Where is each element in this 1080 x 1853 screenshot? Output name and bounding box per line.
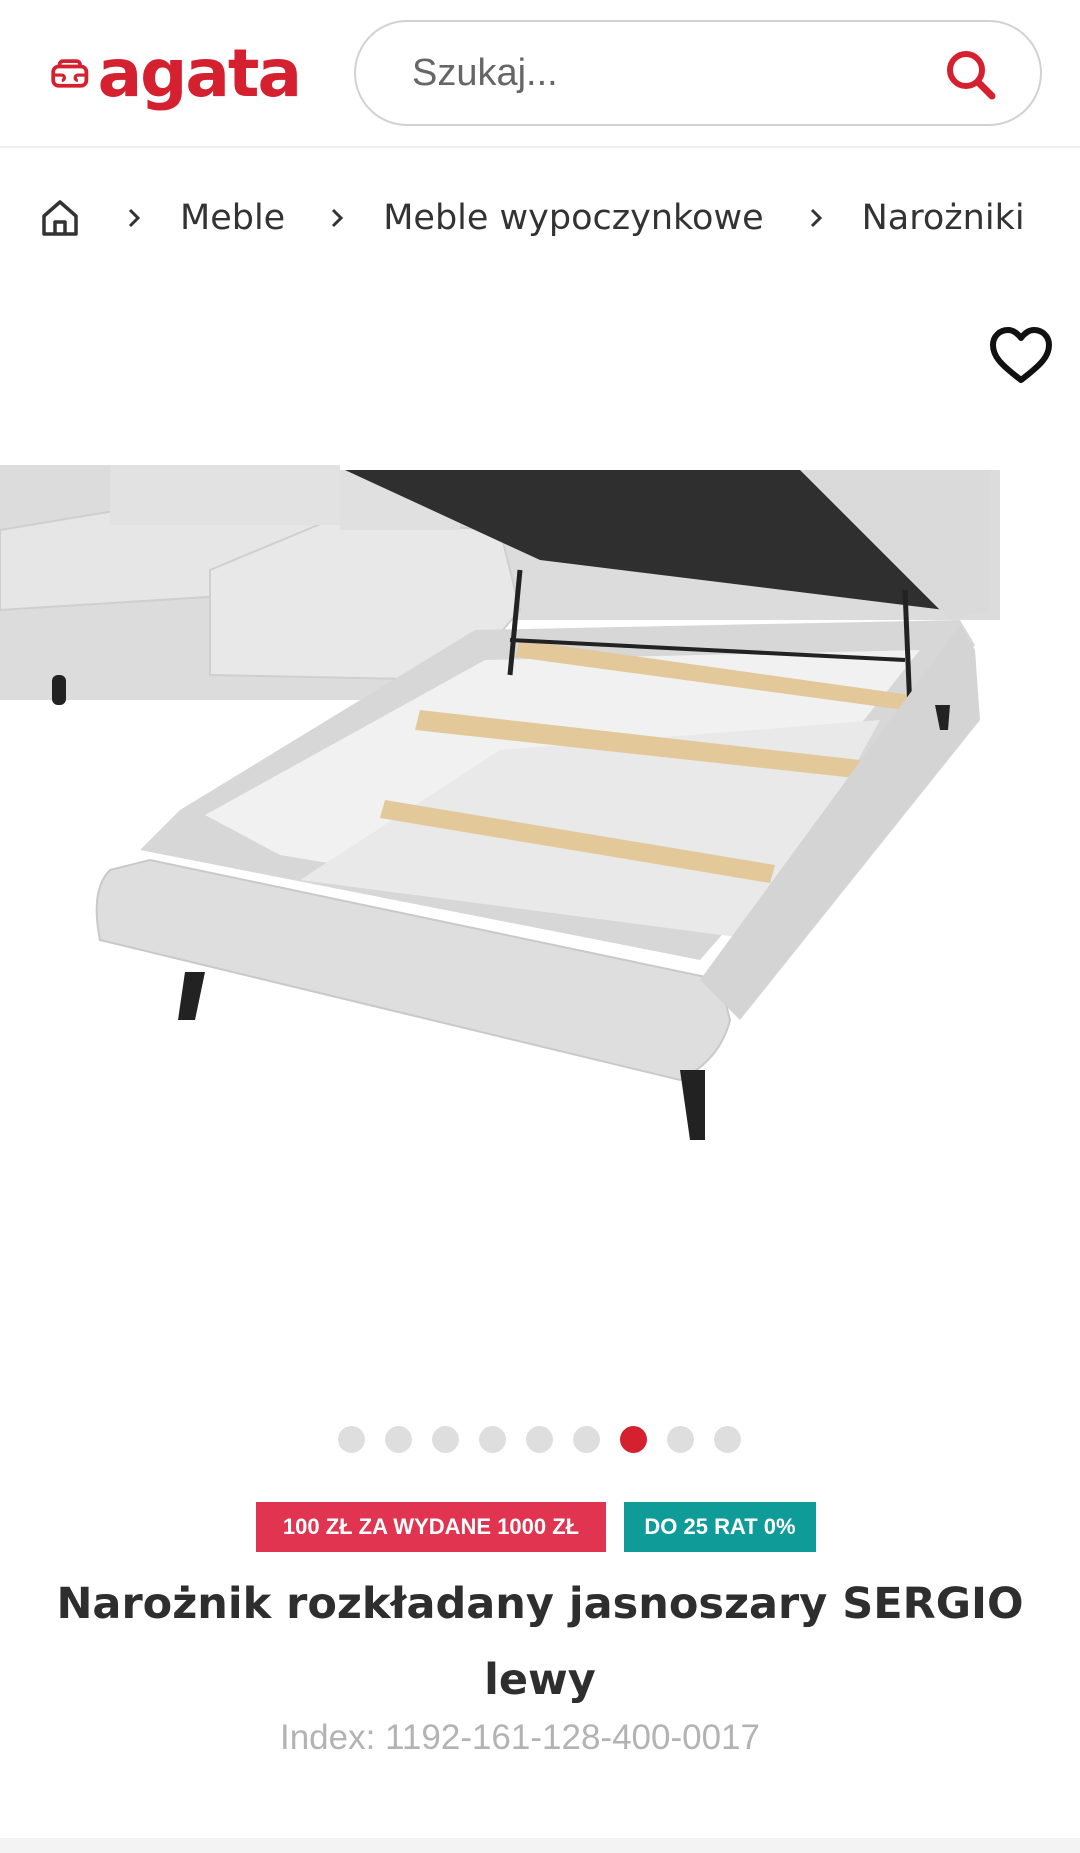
- breadcrumb: Meble Meble wypoczynkowe Narożniki: [38, 190, 1025, 246]
- sofa-logo-icon: [51, 59, 89, 88]
- home-icon[interactable]: [38, 196, 82, 240]
- promo-badge-cashback[interactable]: 100 ZŁ ZA WYDANE 1000 ZŁ: [256, 1502, 606, 1552]
- chevron-right-icon: [810, 208, 822, 228]
- product-image[interactable]: [0, 460, 1080, 1160]
- chevron-right-icon: [128, 208, 141, 228]
- breadcrumb-item-meble[interactable]: Meble: [180, 198, 285, 238]
- promo-badges: 100 ZŁ ZA WYDANE 1000 ZŁ DO 25 RAT 0%: [256, 1502, 816, 1552]
- gallery-dot[interactable]: [385, 1426, 412, 1453]
- agata-logo[interactable]: agata: [50, 24, 302, 124]
- gallery-pagination: [338, 1426, 741, 1454]
- gallery-dot[interactable]: [573, 1426, 600, 1453]
- gallery-dot[interactable]: [714, 1426, 741, 1453]
- gallery-dot[interactable]: [479, 1426, 506, 1453]
- bottom-divider: [0, 1838, 1080, 1853]
- promo-badge-installments[interactable]: DO 25 RAT 0%: [624, 1502, 816, 1552]
- search-icon[interactable]: [944, 48, 998, 102]
- top-header: agata: [0, 0, 1080, 148]
- gallery-dot[interactable]: [667, 1426, 694, 1453]
- gallery-dot[interactable]: [526, 1426, 553, 1453]
- search-input[interactable]: [412, 51, 932, 95]
- chevron-right-icon: [332, 208, 344, 228]
- gallery-dot[interactable]: [432, 1426, 459, 1453]
- breadcrumb-item-narozniki[interactable]: Narożniki: [862, 198, 1025, 238]
- gallery-dot[interactable]: [338, 1426, 365, 1453]
- gallery-dot-active[interactable]: [620, 1426, 647, 1453]
- breadcrumb-item-meble-wypoczynkowe[interactable]: Meble wypoczynkowe: [383, 198, 763, 238]
- logo-text: agata: [97, 35, 302, 112]
- heart-icon[interactable]: [988, 326, 1054, 386]
- product-index: Index: 1192-161-128-400-0017: [279, 1718, 760, 1757]
- product-title: Narożnik rozkładany jasnoszary SERGIO le…: [56, 1579, 1024, 1705]
- search-bar: [354, 20, 1042, 126]
